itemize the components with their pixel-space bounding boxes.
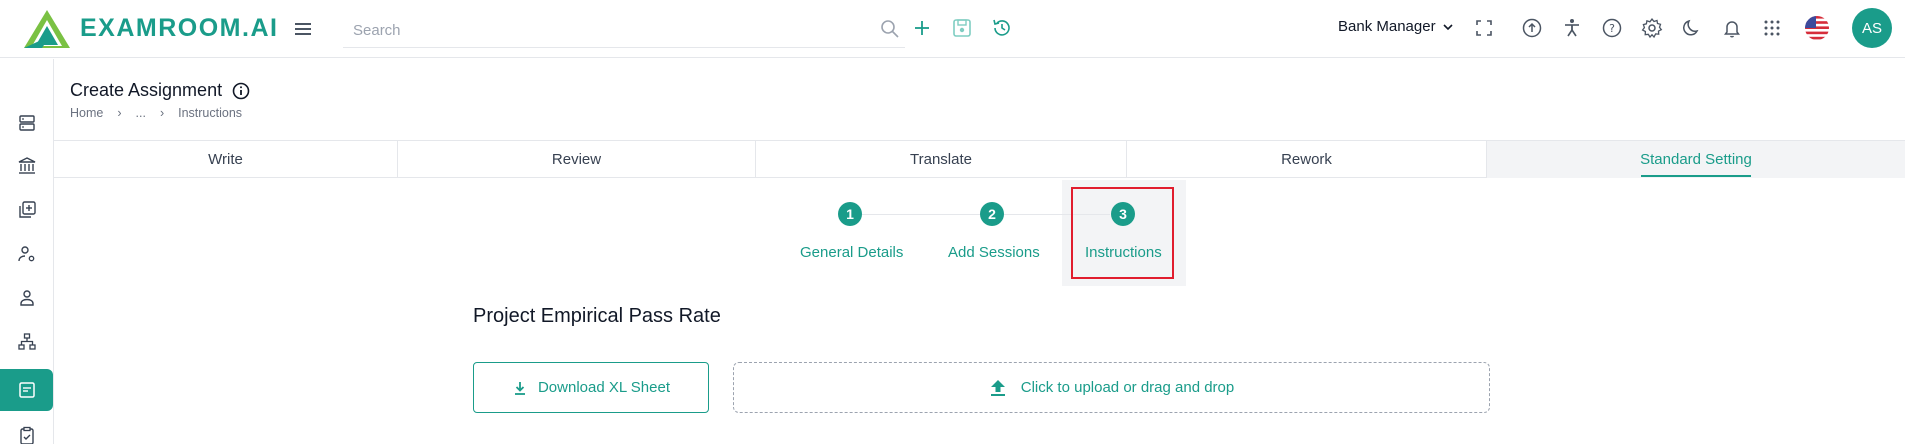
upload-circle-icon[interactable]	[1520, 16, 1544, 40]
step-label: General Details	[800, 244, 904, 261]
search-icon[interactable]	[879, 18, 901, 40]
info-icon[interactable]	[232, 82, 250, 100]
download-icon	[514, 381, 525, 395]
bank-icon	[18, 157, 35, 174]
breadcrumb-separator: ›	[159, 106, 165, 120]
tab-label: Review	[551, 151, 602, 168]
breadcrumb-current: Instructions	[178, 106, 243, 120]
apps-grid-icon[interactable]	[1760, 16, 1784, 40]
tab-label: Rework	[1281, 151, 1332, 168]
logo-icon	[24, 10, 70, 48]
breadcrumb-separator: ›	[117, 106, 122, 120]
settings-icon[interactable]	[1640, 16, 1664, 40]
step-connector	[862, 214, 982, 215]
clipboard-check-icon	[19, 426, 34, 444]
tab-standard-setting[interactable]: Standard Setting	[1487, 141, 1905, 178]
avatar[interactable]: AS	[1852, 8, 1892, 48]
section-title: Project Empirical Pass Rate	[473, 305, 721, 327]
help-icon[interactable]: ?	[1600, 16, 1624, 40]
tab-bar: Write Review Translate Rework Standard S…	[54, 140, 1905, 178]
upload-label: Click to upload or drag and drop	[1020, 379, 1235, 396]
breadcrumb: Home › ... › Instructions	[70, 106, 242, 120]
save-icon[interactable]	[950, 16, 974, 40]
server-icon	[18, 115, 35, 131]
dark-mode-icon[interactable]	[1680, 16, 1704, 40]
step-label: Add Sessions	[948, 244, 1040, 261]
search-input[interactable]	[353, 18, 853, 42]
tab-rework[interactable]: Rework	[1127, 141, 1487, 178]
notification-icon[interactable]	[1720, 16, 1744, 40]
fullscreen-icon[interactable]	[1472, 16, 1496, 40]
hamburger-menu-icon[interactable]	[292, 18, 314, 40]
plus-icon[interactable]	[910, 16, 934, 40]
sidebar-item-clipboard[interactable]	[0, 415, 53, 444]
page-title-text: Create Assignment	[70, 80, 223, 100]
download-xl-sheet-button[interactable]: Download XL Sheet	[473, 362, 709, 413]
upload-icon	[990, 379, 1005, 396]
tab-label: Write	[208, 151, 243, 168]
page-title: Create Assignment	[70, 80, 250, 101]
top-bar: EXAMROOM.AI Bank Manager	[0, 0, 1905, 58]
accessibility-icon[interactable]	[1560, 16, 1584, 40]
tab-label: Translate	[910, 151, 972, 168]
tab-translate[interactable]: Translate	[756, 141, 1127, 178]
sidebar-item-server[interactable]	[0, 102, 53, 144]
us-flag-icon[interactable]	[1805, 16, 1829, 40]
file-upload-dropzone[interactable]: Click to upload or drag and drop	[733, 362, 1490, 413]
step-number: 1	[838, 202, 862, 226]
stepper: 1 General Details 2 Add Sessions 3 Instr…	[0, 180, 1905, 290]
logo-text: EXAMROOM.AI	[80, 14, 279, 42]
user-icon	[19, 290, 34, 306]
tab-review[interactable]: Review	[398, 141, 756, 178]
sidebar-item-hierarchy[interactable]	[0, 321, 53, 363]
breadcrumb-home[interactable]: Home	[70, 106, 103, 120]
chevron-down-icon	[1442, 23, 1453, 30]
svg-text:?: ?	[1609, 22, 1615, 35]
tab-label: Standard Setting	[1640, 151, 1752, 168]
step-number: 2	[980, 202, 1004, 226]
history-icon[interactable]	[990, 16, 1014, 40]
search-bar	[343, 12, 905, 48]
breadcrumb-ellipsis[interactable]: ...	[136, 106, 146, 120]
hierarchy-icon	[17, 333, 36, 350]
tab-write[interactable]: Write	[54, 141, 398, 178]
role-dropdown[interactable]: Bank Manager	[1338, 18, 1454, 35]
active-tab-indicator	[1641, 175, 1751, 177]
role-label: Bank Manager	[1338, 18, 1436, 35]
assignment-icon	[18, 382, 35, 398]
sidebar-item-assignment[interactable]	[0, 369, 53, 411]
selection-highlight-box	[1071, 187, 1174, 279]
download-button-label: Download XL Sheet	[537, 379, 671, 396]
